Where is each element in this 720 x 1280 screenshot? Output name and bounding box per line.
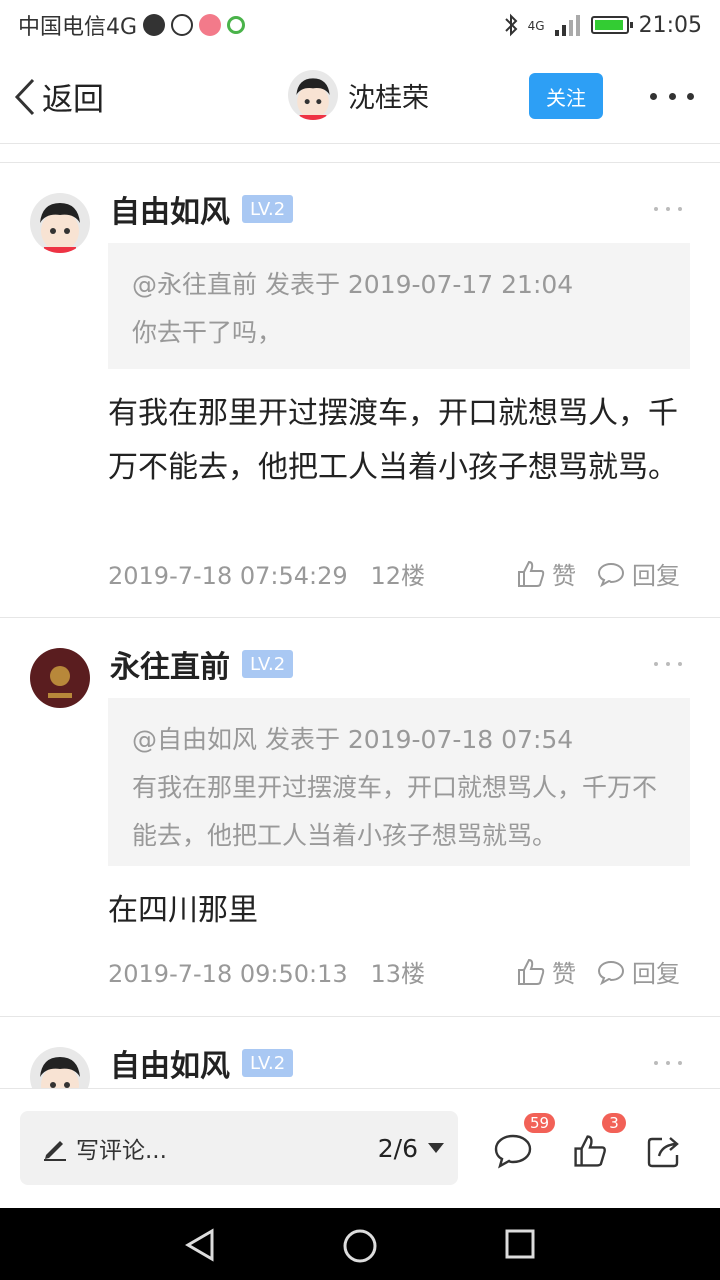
signal-icon <box>554 15 580 36</box>
comment-meta: 2019-7-18 07:54:29 12楼 <box>108 556 425 591</box>
comment-count-badge: 59 <box>524 1113 556 1133</box>
comment-floor: 13楼 <box>370 960 426 988</box>
bluetooth-icon <box>504 13 518 37</box>
quote-text: 有我在那里开过摆渡车，开口就想骂人，千万不能去，他把工人当着小孩子想骂就骂。 <box>132 773 658 850</box>
system-navigation-bar <box>0 1208 720 1280</box>
level-badge: LV.2 <box>242 195 294 223</box>
clock: 21:05 <box>638 12 702 38</box>
comment-more-button[interactable] <box>654 205 682 213</box>
more-dot <box>666 1061 670 1065</box>
dropdown-triangle-icon <box>428 1143 444 1153</box>
comment-timestamp: 2019-7-18 09:50:13 <box>108 960 348 988</box>
author-header[interactable]: 沈桂荣 <box>288 70 429 120</box>
nav-bar: 返回 沈桂荣 关注 <box>0 50 720 144</box>
back-label: 返回 <box>42 82 104 118</box>
back-triangle-icon[interactable] <box>184 1228 216 1262</box>
speech-bubble-icon <box>494 1134 532 1169</box>
more-dot <box>687 92 694 100</box>
more-dot <box>678 1061 682 1065</box>
thumbs-up-icon <box>518 958 545 985</box>
like-post-button[interactable]: 3 <box>572 1113 626 1173</box>
k-app-notification-icon <box>171 14 194 36</box>
like-button[interactable]: 赞 <box>516 954 576 989</box>
speech-bubble-icon <box>597 562 625 587</box>
comment-item: 自由如风 LV.2 @永往直前 发表于 2019-07-17 21:04 你去干… <box>0 163 720 617</box>
user-avatar[interactable] <box>30 193 90 253</box>
more-dot <box>678 207 682 211</box>
quote-text: 你去干了吗， <box>132 318 283 347</box>
level-badge: LV.2 <box>242 650 294 678</box>
bird-app-notification-icon <box>199 14 222 36</box>
home-circle-icon[interactable] <box>342 1228 378 1264</box>
reply-label: 回复 <box>632 562 680 590</box>
more-dot <box>654 1061 658 1065</box>
user-avatar[interactable] <box>30 1047 90 1088</box>
thumbs-up-icon <box>518 560 545 587</box>
status-bar: 中国电信4G 4G 21:05 <box>0 0 720 50</box>
level-badge: LV.2 <box>242 1049 294 1077</box>
page-title: 沈桂荣 <box>348 82 429 114</box>
reply-label: 回复 <box>632 960 680 988</box>
user-avatar[interactable] <box>30 648 90 708</box>
comment-body: 在四川那里 <box>108 893 258 928</box>
more-dot <box>654 207 658 211</box>
page-selector[interactable]: 2/6 <box>378 1134 444 1163</box>
more-dot <box>666 207 670 211</box>
user-name[interactable]: 自由如风 <box>110 1041 230 1085</box>
more-dot <box>654 662 658 666</box>
comment-more-button[interactable] <box>654 660 682 668</box>
like-label: 赞 <box>552 562 576 590</box>
comments-button[interactable]: 59 <box>494 1113 556 1173</box>
network-type-label: 4G <box>527 18 545 33</box>
quote-header: @永往直前 发表于 2019-07-17 21:04 <box>132 270 574 299</box>
share-icon <box>647 1137 679 1168</box>
like-label: 赞 <box>552 960 576 988</box>
like-count-badge: 3 <box>602 1113 626 1133</box>
comment-input[interactable]: 写评论... 2/6 <box>20 1111 458 1185</box>
pencil-icon <box>44 1141 66 1161</box>
back-button[interactable]: 返回 <box>0 74 104 119</box>
more-dot <box>668 92 676 100</box>
page-indicator: 2/6 <box>377 1133 418 1163</box>
recents-square-icon[interactable] <box>504 1228 536 1260</box>
comment-item: 永往直前 LV.2 @自由如风 发表于 2019-07-18 07:54 有我在… <box>0 618 720 1016</box>
more-options-button[interactable] <box>650 80 694 112</box>
share-button[interactable] <box>646 1133 684 1173</box>
comment-placeholder: 写评论... <box>76 1138 167 1164</box>
comment-floor: 12楼 <box>370 562 426 590</box>
chevron-left-icon <box>14 78 35 115</box>
more-dot <box>650 92 657 100</box>
comment-item: 自由如风 LV.2 <box>0 1017 720 1088</box>
thumbs-up-icon <box>574 1135 606 1167</box>
reply-button[interactable]: 回复 <box>596 556 680 591</box>
comment-more-button[interactable] <box>654 1059 682 1067</box>
app-notification-icon <box>143 14 166 36</box>
author-avatar <box>288 70 338 120</box>
battery-icon <box>590 16 633 34</box>
comment-body: 有我在那里开过摆渡车，开口就想骂人，千万不能去，他把工人当着小孩子想骂就骂。 <box>108 396 678 485</box>
comment-meta: 2019-7-18 09:50:13 13楼 <box>108 954 425 989</box>
like-button[interactable]: 赞 <box>516 556 576 591</box>
carrier-label: 中国电信4G <box>18 15 138 40</box>
user-name[interactable]: 自由如风 <box>110 187 230 231</box>
bottom-toolbar: 写评论... 2/6 59 3 <box>0 1088 720 1208</box>
speech-bubble-icon <box>597 960 625 985</box>
follow-button[interactable]: 关注 <box>529 73 603 119</box>
comment-timestamp: 2019-7-18 07:54:29 <box>108 562 348 590</box>
more-dot <box>666 662 670 666</box>
browser-notification-icon <box>227 16 246 34</box>
quoted-comment: @永往直前 发表于 2019-07-17 21:04 你去干了吗， <box>108 243 690 369</box>
reply-button[interactable]: 回复 <box>596 954 680 989</box>
quote-header: @自由如风 发表于 2019-07-18 07:54 <box>132 725 574 754</box>
more-dot <box>678 662 682 666</box>
quoted-comment: @自由如风 发表于 2019-07-18 07:54 有我在那里开过摆渡车，开口… <box>108 698 690 866</box>
user-name[interactable]: 永往直前 <box>110 642 230 686</box>
